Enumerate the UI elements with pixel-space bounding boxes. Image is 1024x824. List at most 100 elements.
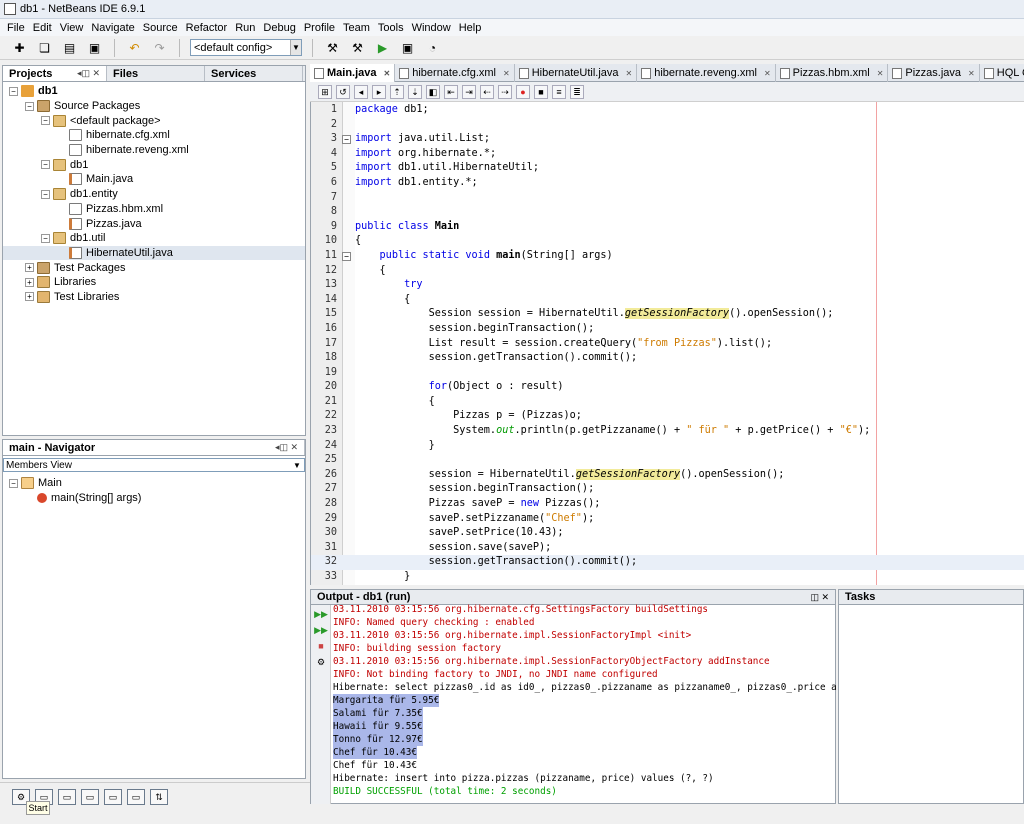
find-prev-icon[interactable]: ⇡ [390, 84, 404, 99]
menu-file[interactable]: File [3, 22, 29, 34]
tab-navigator[interactable]: main - Navigator ◂◫ ✕ [3, 440, 305, 455]
navigator-view-select[interactable]: Members View ▼ [3, 458, 305, 472]
navigator-item[interactable]: − Main [3, 476, 305, 491]
save-all-icon[interactable]: ▣ [85, 39, 104, 57]
config-select[interactable]: <default config> ▼ [190, 39, 302, 56]
editor-tab[interactable]: Pizzas.java ✕ [888, 64, 980, 82]
expand-toggle-icon[interactable]: − [41, 160, 50, 170]
rerun-params-icon[interactable]: ▶▶ [314, 624, 328, 637]
tree-item[interactable]: + Libraries [3, 275, 305, 290]
menu-source[interactable]: Source [139, 22, 182, 34]
tab-projects[interactable]: Projects ◂◫ ✕ [3, 66, 107, 81]
close-icon[interactable]: ◂◫ ✕ [77, 68, 100, 79]
menu-run[interactable]: Run [231, 22, 259, 34]
stop-macro-icon[interactable]: ■ [534, 84, 548, 99]
tab-tasks[interactable]: Tasks [839, 590, 1023, 605]
close-icon[interactable]: ✕ [384, 69, 391, 78]
close-icon[interactable]: ◫ ✕ [810, 592, 829, 603]
menu-window[interactable]: Window [408, 22, 455, 34]
new-file-icon[interactable]: ✚ [10, 39, 29, 57]
build-icon[interactable]: ⚒ [323, 39, 342, 57]
tab-services[interactable]: Services [205, 66, 303, 81]
editor-tab[interactable]: HQL Query1✕ [980, 64, 1024, 82]
settings-icon[interactable]: ⚙ [314, 656, 328, 669]
expand-toggle-icon[interactable]: − [9, 478, 18, 488]
window-icon[interactable]: ▭ [104, 789, 122, 805]
tree-item[interactable]: + Test Libraries [3, 290, 305, 305]
stop-icon[interactable]: ■ [314, 640, 328, 653]
comment-icon[interactable]: ≡ [552, 84, 566, 99]
next-bookmark-icon[interactable]: ⇥ [462, 84, 476, 99]
code-editor[interactable]: 1 package db1; 2 3− import java.util.List; 4 i… [310, 102, 1024, 585]
close-icon[interactable]: ◂◫ ✕ [275, 442, 298, 453]
editor-tab[interactable]: Main.java ✕ [310, 64, 396, 82]
clean-build-icon[interactable]: ⚒ [348, 39, 367, 57]
tree-item[interactable]: hibernate.cfg.xml [3, 128, 305, 143]
shift-left-icon[interactable]: ⇠ [480, 84, 494, 99]
menu-tools[interactable]: Tools [374, 22, 408, 34]
editor-tab[interactable]: HibernateUtil.java ✕ [515, 64, 638, 82]
back-icon[interactable]: ◂ [354, 84, 368, 99]
tree-item[interactable]: Main.java [3, 172, 305, 187]
expand-toggle-icon[interactable]: + [25, 263, 34, 273]
close-icon[interactable]: ✕ [877, 69, 884, 78]
tab-files[interactable]: Files [107, 66, 205, 81]
profile-icon[interactable]: ◔ [423, 39, 442, 57]
tree-item[interactable]: − Source Packages [3, 99, 305, 114]
window-icon[interactable]: ▭ [81, 789, 99, 805]
toggle-highlight-icon[interactable]: ◧ [426, 84, 440, 99]
debug-icon[interactable]: ▣ [398, 39, 417, 57]
source-view-icon[interactable]: ⊞ [318, 84, 332, 99]
prev-bookmark-icon[interactable]: ⇤ [444, 84, 458, 99]
new-project-icon[interactable]: ❏ [35, 39, 54, 57]
close-icon[interactable]: ✕ [503, 69, 510, 78]
menu-debug[interactable]: Debug [259, 22, 299, 34]
run-icon[interactable]: ▶ [373, 39, 392, 57]
rerun-icon[interactable]: ▶▶ [314, 608, 328, 621]
fold-toggle-icon[interactable]: − [342, 135, 351, 145]
sort-icon[interactable]: ⇅ [150, 789, 168, 805]
history-icon[interactable]: ↺ [336, 84, 350, 99]
expand-toggle-icon[interactable]: + [25, 292, 34, 302]
expand-toggle-icon[interactable]: − [41, 233, 50, 243]
expand-toggle-icon[interactable]: − [25, 101, 34, 111]
redo-icon[interactable]: ↷ [150, 39, 169, 57]
tree-item[interactable]: HibernateUtil.java [3, 245, 305, 261]
close-icon[interactable]: ✕ [968, 69, 975, 78]
tree-item[interactable]: Pizzas.hbm.xml [3, 202, 305, 217]
window-icon[interactable]: ▭ [58, 789, 76, 805]
editor-tab[interactable]: hibernate.cfg.xml ✕ [395, 64, 515, 82]
menu-edit[interactable]: Edit [29, 22, 56, 34]
editor-tab[interactable]: hibernate.reveng.xml ✕ [637, 64, 776, 82]
expand-toggle-icon[interactable]: + [25, 277, 34, 287]
undo-icon[interactable]: ↶ [125, 39, 144, 57]
tree-item[interactable]: − db1.entity [3, 187, 305, 202]
menu-team[interactable]: Team [339, 22, 374, 34]
menu-help[interactable]: Help [455, 22, 486, 34]
uncomment-icon[interactable]: ≣ [570, 84, 584, 99]
tree-item[interactable]: − db1 [3, 157, 305, 172]
menu-refactor[interactable]: Refactor [182, 22, 232, 34]
fold-toggle-icon[interactable]: − [342, 251, 351, 261]
tree-item[interactable]: − db1.util [3, 231, 305, 246]
menu-view[interactable]: View [56, 22, 88, 34]
tree-item[interactable]: Pizzas.java [3, 216, 305, 231]
tree-item[interactable]: − db1 [3, 84, 305, 99]
menu-profile[interactable]: Profile [300, 22, 339, 34]
menu-navigate[interactable]: Navigate [87, 22, 138, 34]
tree-item[interactable]: hibernate.reveng.xml [3, 143, 305, 158]
tree-item[interactable]: + Test Packages [3, 260, 305, 275]
find-next-icon[interactable]: ⇣ [408, 84, 422, 99]
forward-icon[interactable]: ▸ [372, 84, 386, 99]
expand-toggle-icon[interactable]: − [41, 189, 50, 199]
close-icon[interactable]: ✕ [764, 69, 771, 78]
tree-item[interactable]: − <default package> [3, 113, 305, 128]
expand-toggle-icon[interactable]: − [41, 116, 50, 126]
editor-tab[interactable]: Pizzas.hbm.xml ✕ [776, 64, 889, 82]
window-icon[interactable]: ▭ [127, 789, 145, 805]
close-icon[interactable]: ✕ [626, 69, 633, 78]
open-project-icon[interactable]: ▤ [60, 39, 79, 57]
navigator-item[interactable]: main(String[] args) [3, 491, 305, 506]
shift-right-icon[interactable]: ⇢ [498, 84, 512, 99]
expand-toggle-icon[interactable]: − [9, 86, 18, 96]
